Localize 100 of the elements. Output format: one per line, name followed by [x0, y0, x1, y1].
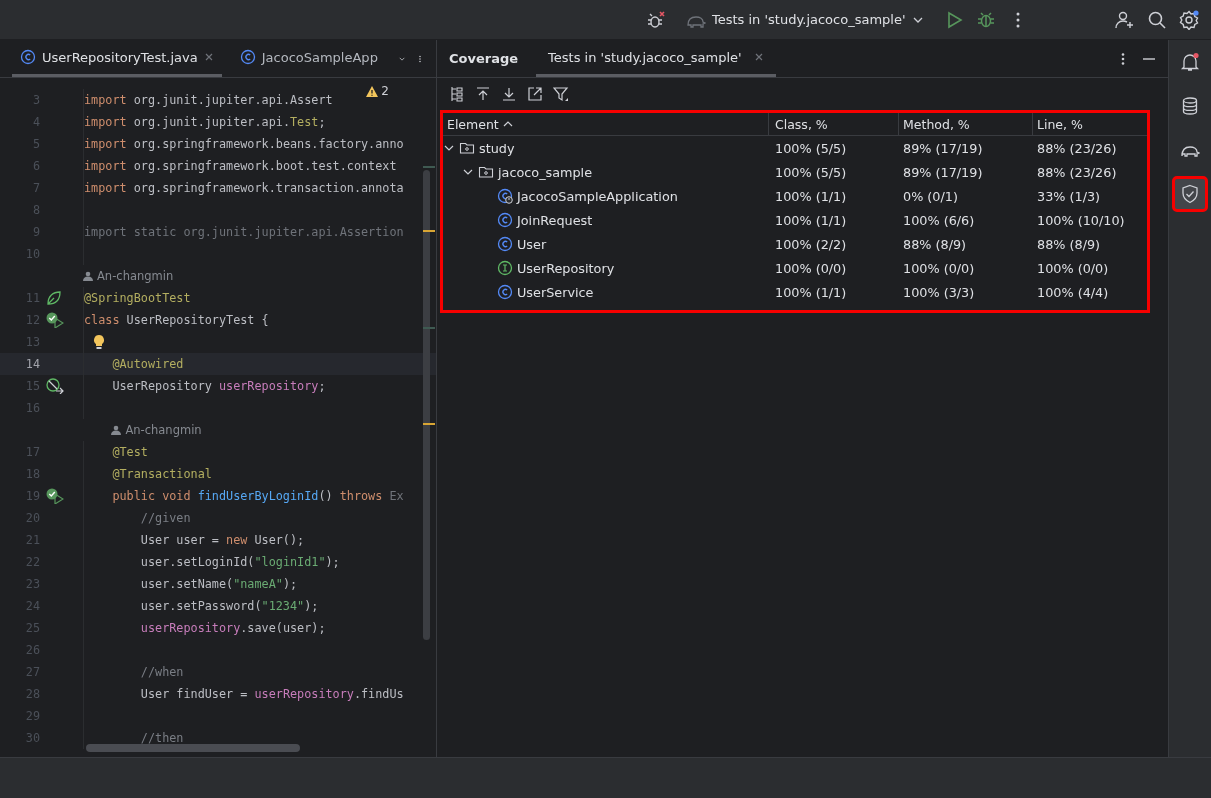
code-line: public void findUserByLoginId() throws Ex	[111, 489, 404, 503]
export-icon[interactable]	[527, 86, 543, 102]
warning-marker[interactable]	[423, 230, 435, 232]
column-header[interactable]: Element	[443, 113, 769, 135]
class-coverage: 100% (1/1)	[775, 284, 847, 300]
folder-icon	[459, 140, 475, 156]
lightbulb-icon[interactable]	[93, 334, 105, 350]
author-hint[interactable]: An-changmin	[111, 423, 202, 437]
panel-title: Coverage	[449, 51, 519, 66]
coverage-tab[interactable]: Tests in 'study.jacoco_sample'	[536, 40, 776, 77]
method-coverage: 89% (17/19)	[903, 140, 983, 156]
person-icon	[83, 271, 93, 281]
class-icon	[497, 284, 513, 300]
line-coverage: 88% (8/9)	[1037, 236, 1101, 252]
application-class-icon	[497, 188, 513, 204]
bean-icon[interactable]	[46, 378, 64, 394]
code-line: @Test	[111, 445, 148, 459]
class-coverage: 100% (2/2)	[775, 236, 847, 252]
test-passed-icon[interactable]	[46, 488, 64, 504]
code-line: userRepository.save(user);	[139, 621, 326, 635]
line-coverage: 100% (0/0)	[1037, 260, 1109, 276]
code-line: import org.junit.jupiter.api.Assert	[84, 93, 333, 107]
line-coverage: 88% (23/26)	[1037, 164, 1117, 180]
editor-tab[interactable]: JacocoSampleApp	[231, 40, 386, 77]
change-marker[interactable]	[423, 327, 435, 329]
close-icon[interactable]	[203, 52, 214, 62]
code-line: @Autowired	[111, 357, 184, 371]
change-marker[interactable]	[423, 166, 435, 168]
filter-icon[interactable]	[553, 86, 569, 102]
method-coverage: 100% (0/0)	[903, 260, 975, 276]
test-passed-icon[interactable]	[46, 312, 64, 328]
class-icon	[497, 212, 513, 228]
interface-icon	[497, 260, 513, 276]
element-name[interactable]: UserRepository	[517, 260, 615, 276]
bug-icon[interactable]	[646, 9, 666, 30]
line-coverage: 88% (23/26)	[1037, 140, 1117, 156]
coverage-button[interactable]	[1172, 176, 1208, 212]
class-icon	[497, 236, 513, 252]
code-line: //when	[139, 665, 184, 679]
code-line: user.setName("nameA");	[139, 577, 298, 591]
bell-icon	[1180, 52, 1200, 72]
code-line: import org.springframework.boot.test.context	[84, 159, 397, 173]
folder-icon	[478, 164, 494, 180]
method-coverage: 88% (8/9)	[903, 236, 967, 252]
editor-tab[interactable]: UserRepositoryTest.java	[12, 40, 222, 77]
database-icon	[1180, 96, 1200, 116]
element-name[interactable]: UserService	[517, 284, 594, 300]
element-name[interactable]: JoinRequest	[517, 212, 593, 228]
author-hint[interactable]: An-changmin	[83, 269, 174, 283]
line-coverage: 100% (4/4)	[1037, 284, 1109, 300]
class-icon	[239, 49, 256, 65]
line-coverage: 100% (10/10)	[1037, 212, 1125, 228]
arrow-down-icon[interactable]	[501, 86, 517, 102]
code-line: @Transactional	[111, 467, 212, 481]
element-name[interactable]: study	[479, 140, 515, 156]
debug-icon[interactable]	[975, 9, 996, 30]
person-icon	[111, 425, 122, 435]
class-coverage: 100% (5/5)	[775, 140, 847, 156]
column-header[interactable]: Line, %	[1033, 113, 1147, 135]
code-line: class UserRepositoryTest {	[84, 313, 269, 327]
warning-marker[interactable]	[423, 423, 435, 425]
element-name[interactable]: jacoco_sample	[498, 164, 593, 180]
line-number: 14	[24, 357, 40, 371]
code-line: import static org.junit.jupiter.api.Assertion	[84, 225, 404, 239]
line-coverage: 33% (1/3)	[1037, 188, 1101, 204]
column-header[interactable]: Class, %	[769, 113, 899, 135]
class-icon	[20, 49, 36, 65]
method-coverage: 0% (0/1)	[903, 188, 958, 204]
method-coverage: 89% (17/19)	[903, 164, 983, 180]
leaf-icon[interactable]	[46, 290, 62, 306]
code-line: //then	[139, 731, 184, 745]
flatten-icon[interactable]	[449, 86, 465, 102]
code-line: User findUser = userRepository.findUs	[139, 687, 404, 701]
method-coverage: 100% (6/6)	[903, 212, 975, 228]
code-line: UserRepository userRepository;	[111, 379, 326, 393]
method-coverage: 100% (3/3)	[903, 284, 975, 300]
add-user-icon[interactable]	[1115, 9, 1135, 30]
code-line: //given	[139, 511, 191, 525]
settings-icon[interactable]	[1179, 9, 1199, 30]
code-line: import org.junit.jupiter.api.Test;	[84, 115, 326, 129]
class-coverage: 100% (1/1)	[775, 212, 847, 228]
code-line: user.setPassword("1234");	[139, 599, 319, 613]
class-coverage: 100% (5/5)	[775, 164, 847, 180]
column-header[interactable]: Method, %	[899, 113, 1033, 135]
arrow-up-icon[interactable]	[475, 86, 491, 102]
code-line: import org.springframework.transaction.annota	[84, 181, 404, 195]
scrollbar[interactable]	[423, 170, 430, 640]
run-configuration-selector[interactable]: Tests in 'study.jacoco_sample'	[686, 11, 924, 28]
close-icon[interactable]	[753, 52, 764, 62]
code-line: import org.springframework.beans.factory.anno	[84, 137, 404, 151]
scrollbar[interactable]	[86, 744, 300, 752]
code-line: user.setLoginId("loginId1");	[139, 555, 340, 569]
class-coverage: 100% (1/1)	[775, 188, 847, 204]
code-line: @SpringBootTest	[84, 291, 191, 305]
shield-check-icon	[1180, 184, 1200, 204]
class-coverage: 100% (0/0)	[775, 260, 847, 276]
code-line: User user = new User();	[139, 533, 305, 547]
element-name[interactable]: User	[517, 236, 547, 252]
search-icon[interactable]	[1147, 9, 1167, 30]
element-name[interactable]: JacocoSampleApplication	[517, 188, 678, 204]
